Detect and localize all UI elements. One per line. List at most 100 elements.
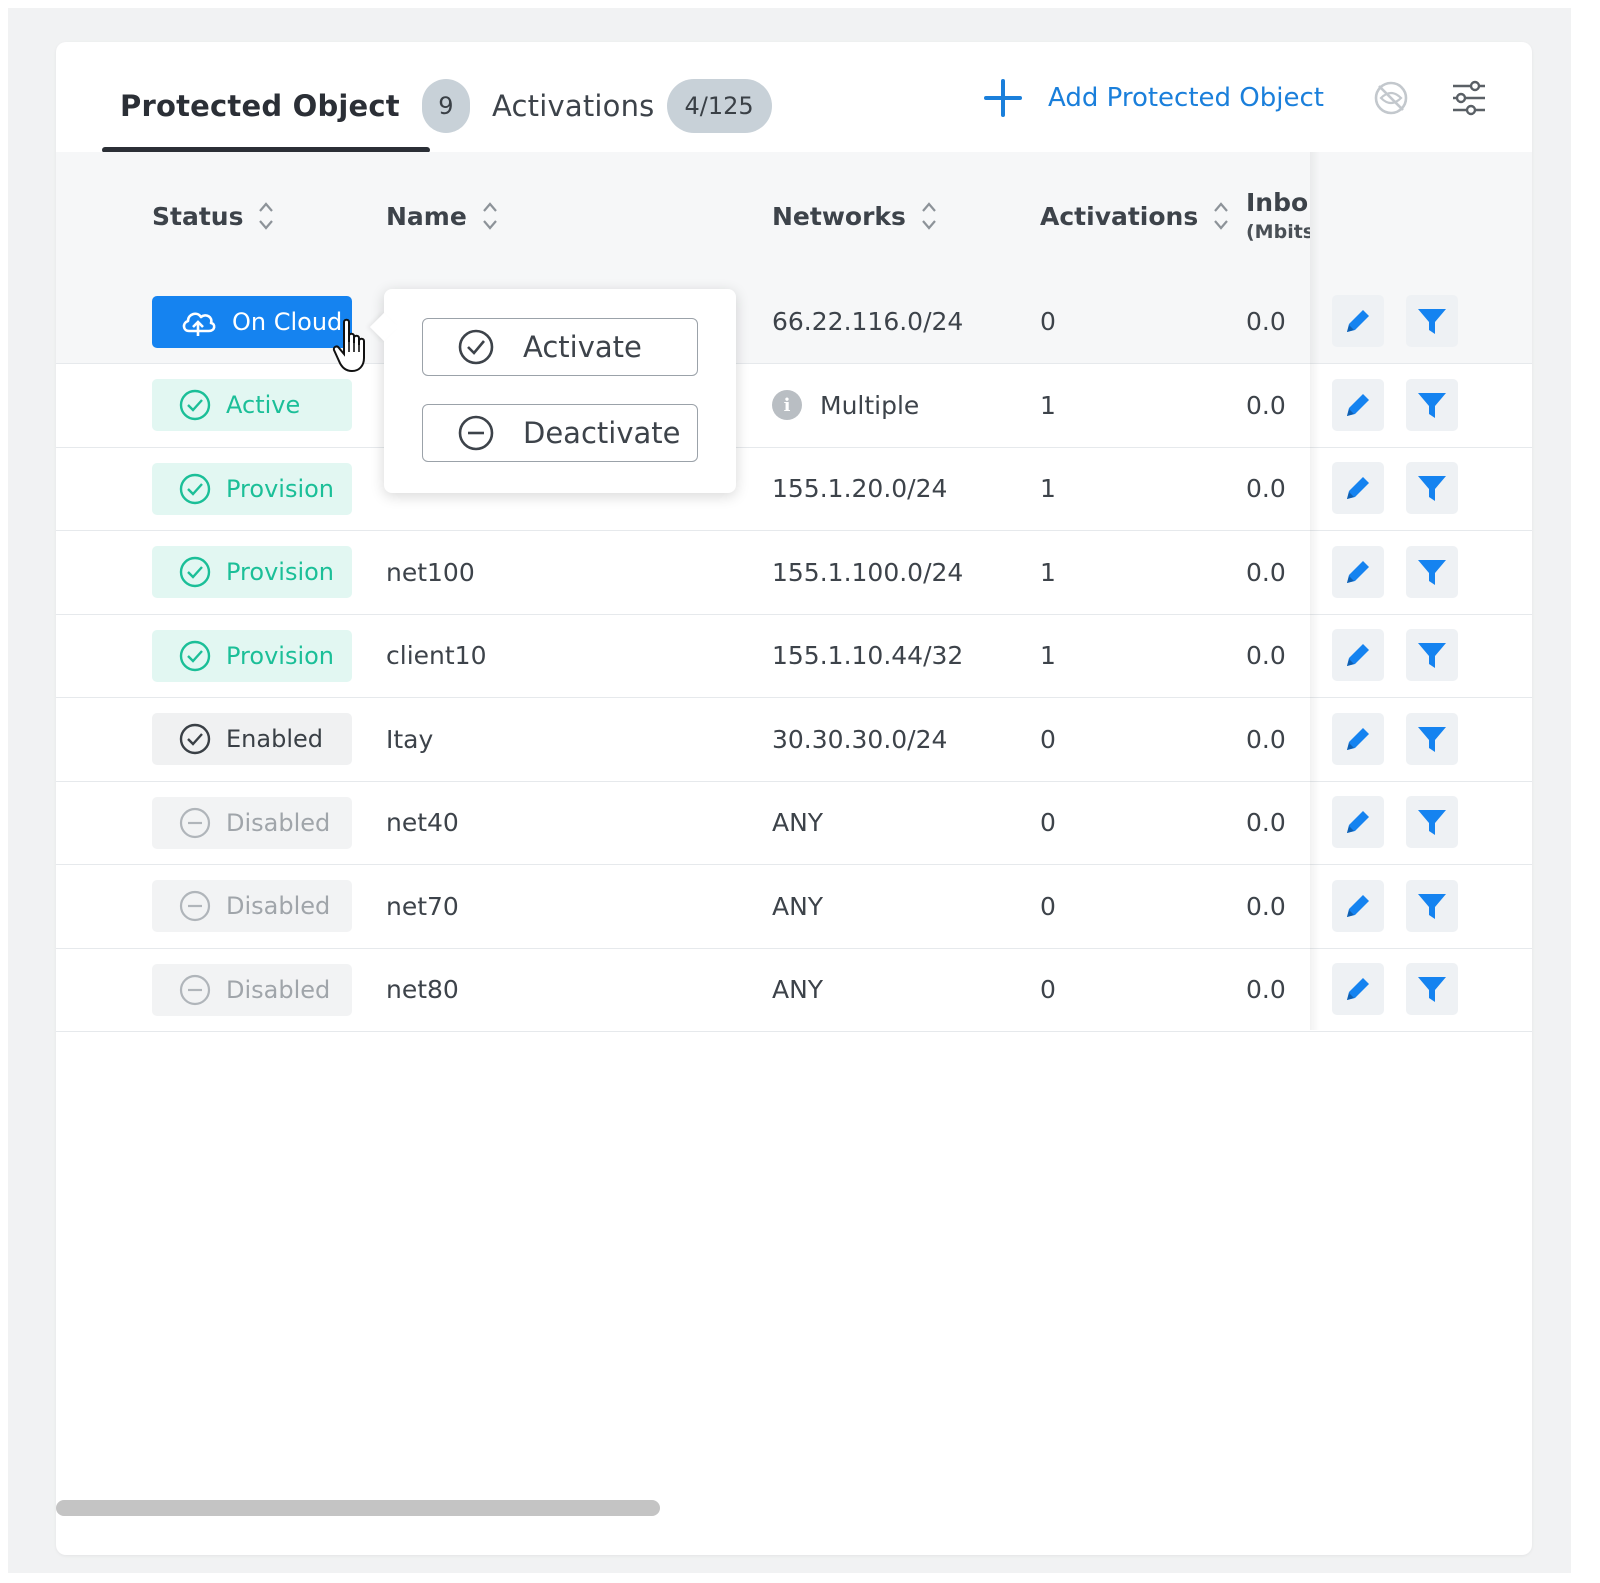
name-cell: net70	[386, 891, 459, 921]
deactivate-button[interactable]: Deactivate	[422, 404, 698, 462]
status-cell: Disabled	[152, 865, 352, 948]
networks-cell: 30.30.30.0/24	[772, 698, 947, 781]
column-header-name[interactable]: Name	[386, 152, 499, 280]
activate-button[interactable]: Activate	[422, 318, 698, 376]
inbound-cell: 0.0	[1246, 557, 1286, 587]
tab-activations[interactable]: Activations 4/125	[492, 76, 772, 136]
name-cell: net80	[386, 975, 459, 1004]
sticky-column-shadow	[1310, 152, 1320, 1030]
filter-button[interactable]	[1406, 629, 1458, 681]
tab-protected-object[interactable]: Protected Object 9	[120, 76, 470, 136]
edit-button[interactable]	[1332, 712, 1384, 765]
inbound-cell: 0.0	[1246, 474, 1286, 503]
inbound-cell: 0.0	[1246, 307, 1286, 336]
filter-button[interactable]	[1406, 712, 1458, 765]
edit-button[interactable]	[1332, 545, 1384, 598]
plus-icon	[984, 79, 1022, 117]
filter-button[interactable]	[1406, 545, 1458, 598]
add-protected-object-button[interactable]: Add Protected Object	[984, 70, 1324, 126]
check-circle-icon	[178, 388, 212, 422]
status-badge[interactable]: Provision	[152, 629, 352, 682]
status-label: Provision	[226, 474, 335, 503]
status-badge[interactable]: Disabled	[152, 963, 352, 1016]
status-label: Disabled	[226, 892, 331, 920]
edit-button[interactable]	[1332, 295, 1384, 347]
pencil-icon	[1341, 304, 1375, 338]
minus-circle-icon	[178, 806, 212, 840]
inbound-cell: 0.0	[1246, 891, 1286, 921]
column-header-activations-label: Activations	[1040, 201, 1199, 231]
deactivate-label: Deactivate	[523, 416, 681, 450]
filter-icon	[1415, 471, 1449, 505]
name-cell: net40	[386, 808, 459, 837]
networks-value: 30.30.30.0/24	[772, 724, 948, 754]
pencil-icon	[1341, 638, 1375, 672]
status-label: Provision	[226, 558, 335, 586]
status-badge[interactable]: Disabled	[152, 880, 352, 932]
status-label: Active	[226, 391, 301, 419]
networks-value: 155.1.100.0/24	[772, 557, 964, 587]
status-badge[interactable]: Enabled	[152, 713, 352, 765]
column-header-networks[interactable]: Networks	[772, 152, 938, 280]
networks-value: 66.22.116.0/24	[772, 307, 964, 336]
sliders-icon[interactable]	[1449, 78, 1489, 118]
inbound-cell: 0.0	[1246, 975, 1286, 1004]
filter-button[interactable]	[1406, 462, 1458, 514]
networks-cell: i Multiple	[772, 364, 919, 447]
status-cell: Provision	[152, 614, 352, 697]
info-icon[interactable]: i	[772, 390, 802, 420]
column-header-inbound-unit: (Mbits	[1246, 220, 1310, 243]
status-label: Enabled	[226, 725, 323, 753]
filter-icon	[1415, 388, 1449, 422]
networks-value: ANY	[772, 975, 824, 1004]
check-circle-icon	[178, 472, 212, 506]
filter-icon	[1415, 304, 1449, 338]
activations-cell: 1	[1040, 474, 1056, 503]
pencil-icon	[1341, 471, 1375, 505]
pencil-icon	[1341, 555, 1375, 589]
activations-cell: 0	[1040, 975, 1056, 1004]
column-header-activations[interactable]: Activations	[1040, 152, 1230, 280]
filter-icon	[1415, 722, 1449, 756]
status-cell: Disabled	[152, 781, 352, 864]
status-badge[interactable]: Disabled	[152, 796, 352, 849]
hand-pointer-cursor-icon	[332, 318, 365, 373]
column-header-status[interactable]: Status	[152, 152, 275, 280]
minus-circle-icon	[458, 415, 494, 451]
activations-cell: 1	[1040, 390, 1056, 420]
edit-button[interactable]	[1332, 378, 1384, 431]
filter-button[interactable]	[1406, 295, 1458, 347]
networks-cell: 155.1.100.0/24	[772, 531, 963, 614]
status-badge[interactable]: Active	[152, 379, 352, 431]
edit-button[interactable]	[1332, 963, 1384, 1015]
filter-button[interactable]	[1406, 879, 1458, 932]
filter-icon	[1415, 638, 1449, 672]
eye-off-icon[interactable]	[1371, 78, 1411, 118]
networks-value: Multiple	[820, 390, 920, 420]
edit-button[interactable]	[1332, 462, 1384, 514]
networks-cell: ANY	[772, 781, 823, 864]
networks-cell: 66.22.116.0/24	[772, 280, 963, 363]
networks-cell: 155.1.20.0/24	[772, 447, 947, 530]
tab-bar: Protected Object 9 Activations 4/125 Add…	[56, 42, 1532, 154]
filter-button[interactable]	[1406, 796, 1458, 848]
networks-cell: 155.1.10.44/32	[772, 614, 963, 697]
filter-button[interactable]	[1406, 378, 1458, 431]
status-badge[interactable]: Provision	[152, 462, 352, 515]
status-badge[interactable]: On Cloud	[152, 295, 352, 348]
tab-protected-object-label: Protected Object	[120, 89, 400, 123]
networks-value: 155.1.20.0/24	[772, 474, 948, 503]
edit-button[interactable]	[1332, 879, 1384, 932]
check-circle-icon	[178, 639, 212, 673]
cloud-upload-icon	[178, 302, 218, 342]
inbound-cell: 0.0	[1246, 390, 1286, 420]
edit-button[interactable]	[1332, 796, 1384, 848]
horizontal-scrollbar[interactable]	[56, 1500, 660, 1516]
filter-button[interactable]	[1406, 963, 1458, 1015]
edit-button[interactable]	[1332, 629, 1384, 681]
activate-label: Activate	[523, 330, 642, 364]
filter-icon	[1415, 889, 1449, 923]
status-badge[interactable]: Provision	[152, 546, 352, 598]
networks-value: ANY	[772, 891, 824, 921]
tab-activations-count: 4/125	[666, 79, 772, 133]
